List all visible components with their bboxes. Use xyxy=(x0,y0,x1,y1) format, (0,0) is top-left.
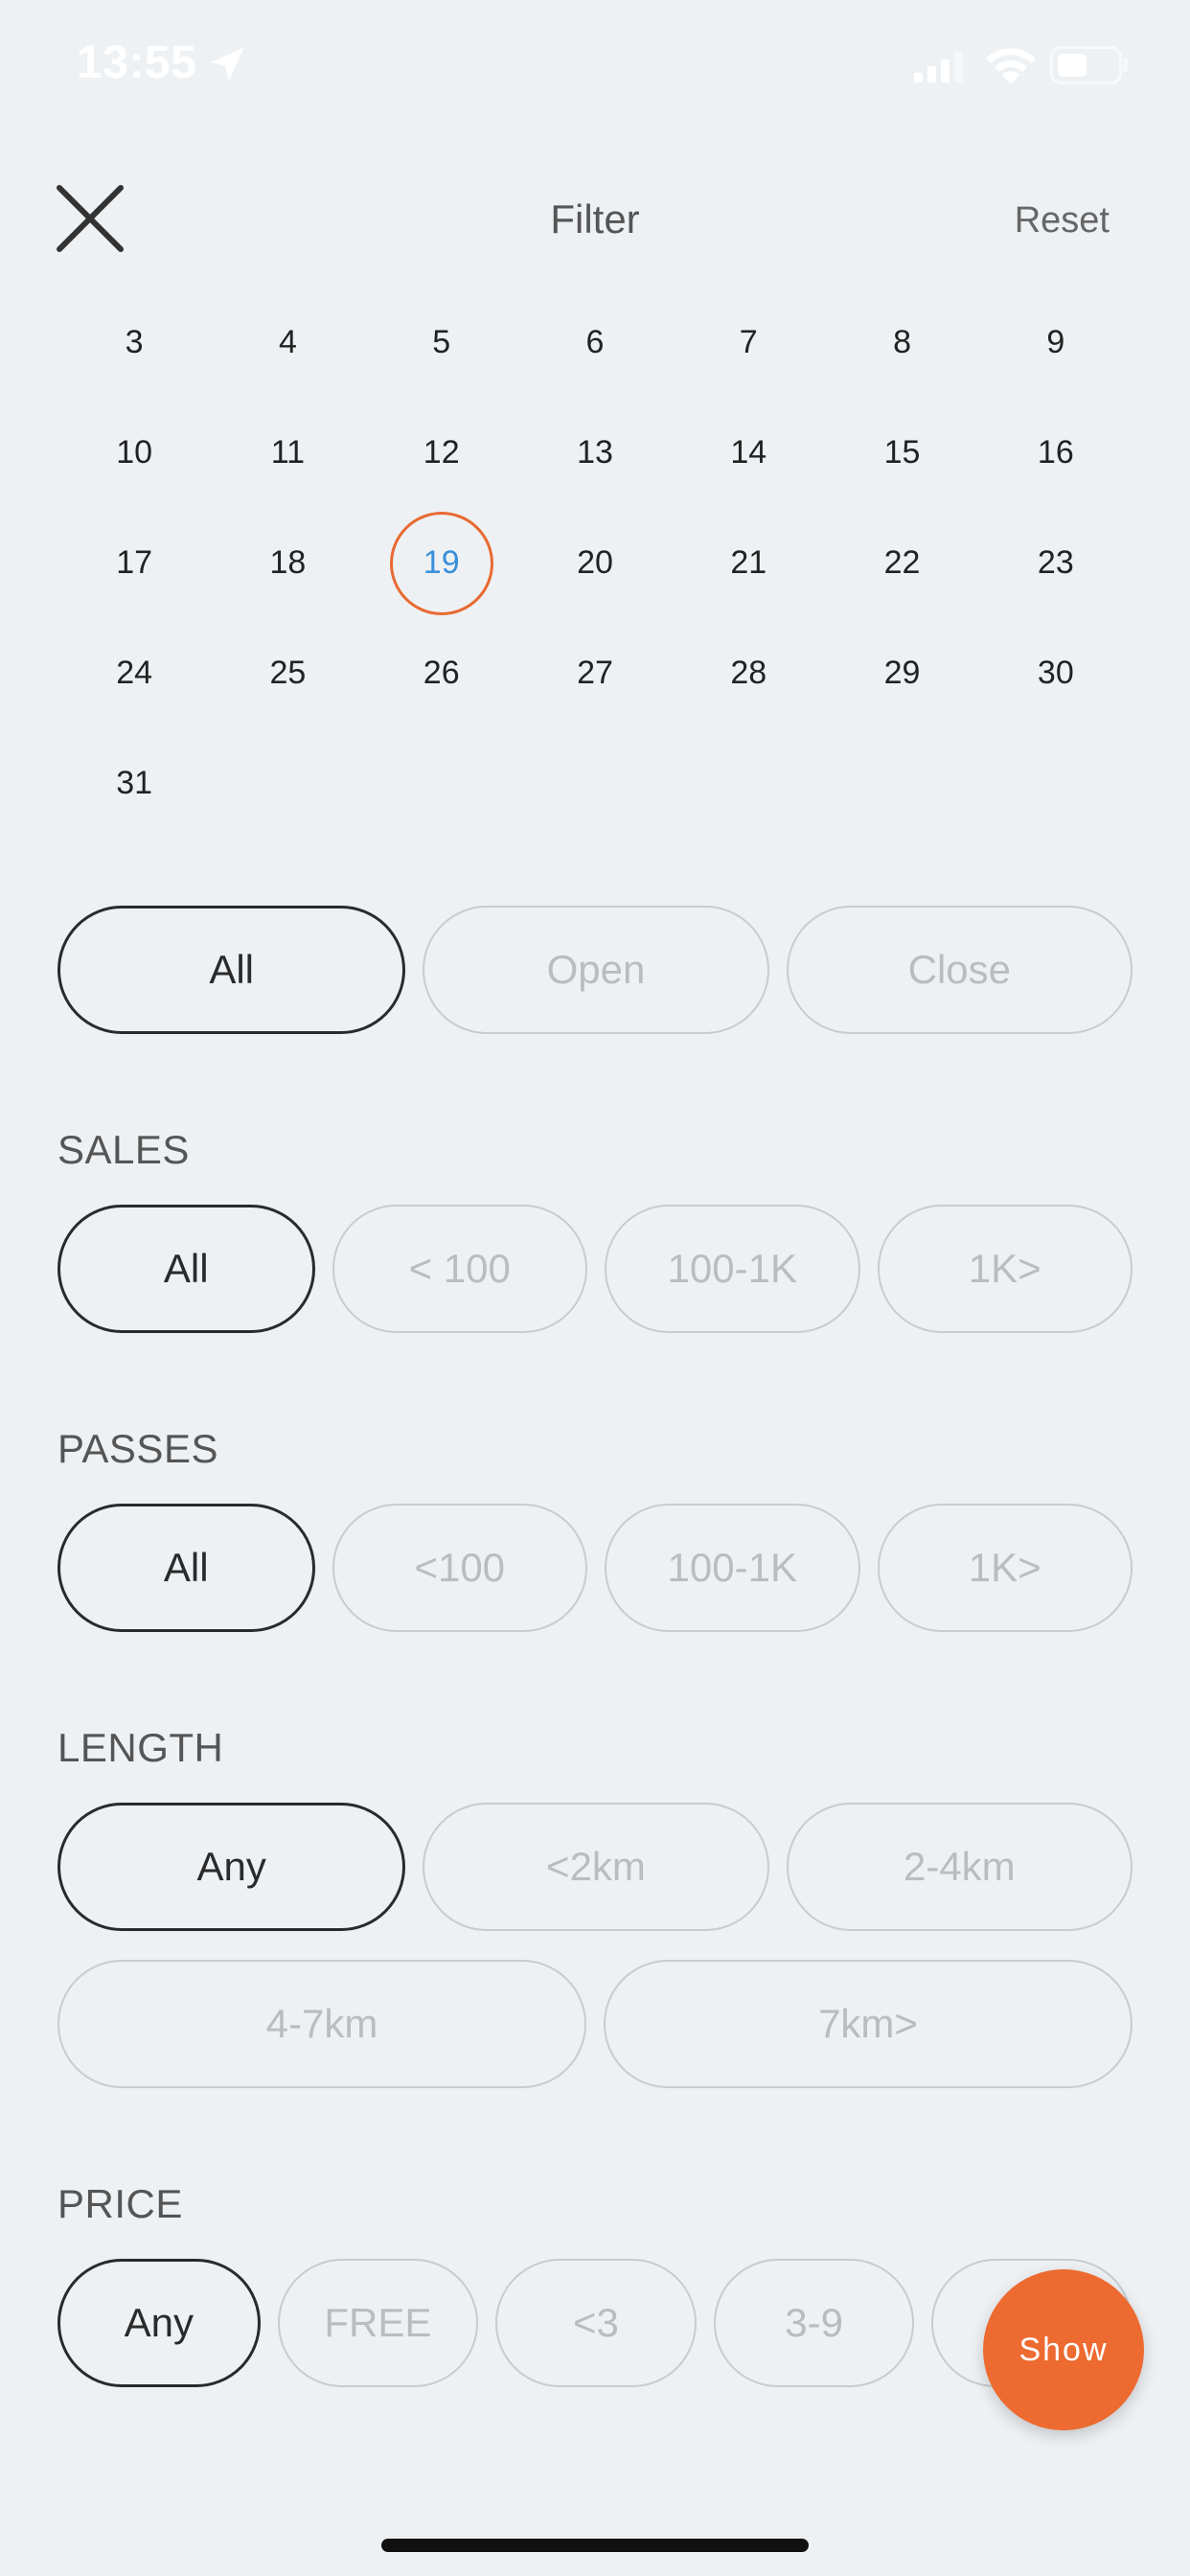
calendar-week: 31 xyxy=(57,728,1133,839)
calendar-day[interactable]: 22 xyxy=(825,508,978,618)
passes-option-100-1k[interactable]: 100-1K xyxy=(605,1504,860,1632)
calendar-day[interactable]: 31 xyxy=(57,728,211,839)
page-title: Filter xyxy=(550,196,640,242)
length-option-over-7km[interactable]: 7km> xyxy=(604,1960,1133,2088)
wifi-icon xyxy=(986,48,1036,84)
calendar-day[interactable]: 21 xyxy=(672,508,825,618)
length-option-2-4km[interactable]: 2-4km xyxy=(786,1803,1133,1931)
status-time: 13:55 xyxy=(77,37,197,88)
calendar-week: 24 25 26 27 28 29 30 xyxy=(57,618,1133,728)
sales-option-over-1k[interactable]: 1K> xyxy=(877,1205,1133,1333)
passes-option-over-1k[interactable]: 1K> xyxy=(877,1504,1133,1632)
calendar-day[interactable]: 13 xyxy=(518,398,672,508)
location-arrow-icon xyxy=(210,47,244,81)
calendar-day[interactable]: 8 xyxy=(825,288,978,398)
calendar-day[interactable]: 23 xyxy=(979,508,1133,618)
calendar-day[interactable]: 9 xyxy=(979,288,1133,398)
calendar-day[interactable]: 3 xyxy=(57,288,211,398)
sales-option-100-1k[interactable]: 100-1K xyxy=(605,1205,860,1333)
home-indicator xyxy=(381,2539,809,2552)
calendar-day-empty xyxy=(672,728,825,839)
filter-screen: 13:55 Filter Reset 3 4 5 6 7 8 9 10 11 1… xyxy=(0,0,1190,2576)
calendar-day[interactable]: 26 xyxy=(365,618,518,728)
price-label: PRICE xyxy=(57,2181,183,2226)
calendar-week: 10 11 12 13 14 15 16 xyxy=(57,398,1133,508)
show-button[interactable]: Show xyxy=(983,2269,1144,2430)
sales-option-under-100[interactable]: < 100 xyxy=(332,1205,587,1333)
calendar-day-selected[interactable]: 19 xyxy=(365,508,518,618)
price-option-under-3[interactable]: <3 xyxy=(495,2259,697,2387)
reset-button[interactable]: Reset xyxy=(1015,200,1110,242)
calendar-day[interactable]: 5 xyxy=(365,288,518,398)
calendar-day[interactable]: 12 xyxy=(365,398,518,508)
length-filter-row-2: 4-7km 7km> xyxy=(57,1960,1133,2088)
length-option-4-7km[interactable]: 4-7km xyxy=(57,1960,586,2088)
length-filter-row-1: Any <2km 2-4km xyxy=(57,1803,1133,1931)
length-option-under-2km[interactable]: <2km xyxy=(423,1803,769,1931)
sales-option-all[interactable]: All xyxy=(57,1205,315,1333)
status-option-close[interactable]: Close xyxy=(786,906,1133,1034)
calendar-day-empty xyxy=(518,728,672,839)
calendar: 3 4 5 6 7 8 9 10 11 12 13 14 15 16 17 18… xyxy=(57,288,1133,839)
sales-filter: All < 100 100-1K 1K> xyxy=(57,1205,1133,1333)
calendar-day[interactable]: 4 xyxy=(211,288,364,398)
calendar-day[interactable]: 7 xyxy=(672,288,825,398)
passes-label: PASSES xyxy=(57,1426,218,1471)
calendar-day[interactable]: 18 xyxy=(211,508,364,618)
price-option-free[interactable]: FREE xyxy=(277,2259,479,2387)
calendar-day[interactable]: 11 xyxy=(211,398,364,508)
calendar-day[interactable]: 20 xyxy=(518,508,672,618)
calendar-day[interactable]: 6 xyxy=(518,288,672,398)
calendar-day[interactable]: 27 xyxy=(518,618,672,728)
calendar-day-empty xyxy=(365,728,518,839)
calendar-day[interactable]: 30 xyxy=(979,618,1133,728)
calendar-day-empty xyxy=(979,728,1133,839)
passes-option-under-100[interactable]: <100 xyxy=(332,1504,587,1632)
calendar-day[interactable]: 28 xyxy=(672,618,825,728)
sales-label: SALES xyxy=(57,1127,190,1172)
cellular-signal-icon xyxy=(914,52,963,82)
calendar-day[interactable]: 29 xyxy=(825,618,978,728)
calendar-day-empty xyxy=(211,728,364,839)
calendar-day[interactable]: 16 xyxy=(979,398,1133,508)
calendar-day[interactable]: 24 xyxy=(57,618,211,728)
calendar-day[interactable]: 15 xyxy=(825,398,978,508)
price-option-any[interactable]: Any xyxy=(57,2259,261,2387)
calendar-day-empty xyxy=(825,728,978,839)
price-option-3-9[interactable]: 3-9 xyxy=(713,2259,915,2387)
status-option-open[interactable]: Open xyxy=(423,906,769,1034)
passes-option-all[interactable]: All xyxy=(57,1504,315,1632)
calendar-week: 3 4 5 6 7 8 9 xyxy=(57,288,1133,398)
status-bar: 13:55 xyxy=(0,0,1190,134)
length-option-any[interactable]: Any xyxy=(57,1803,406,1931)
status-filter: All Open Close xyxy=(57,906,1133,1034)
calendar-day[interactable]: 14 xyxy=(672,398,825,508)
calendar-day[interactable]: 17 xyxy=(57,508,211,618)
calendar-week: 17 18 19 20 21 22 23 xyxy=(57,508,1133,618)
calendar-day[interactable]: 10 xyxy=(57,398,211,508)
calendar-day[interactable]: 25 xyxy=(211,618,364,728)
length-label: LENGTH xyxy=(57,1725,224,1770)
price-filter: Any FREE <3 3-9 xyxy=(57,2259,1133,2387)
status-option-all[interactable]: All xyxy=(57,906,406,1034)
passes-filter: All <100 100-1K 1K> xyxy=(57,1504,1133,1632)
battery-icon xyxy=(1050,46,1128,84)
